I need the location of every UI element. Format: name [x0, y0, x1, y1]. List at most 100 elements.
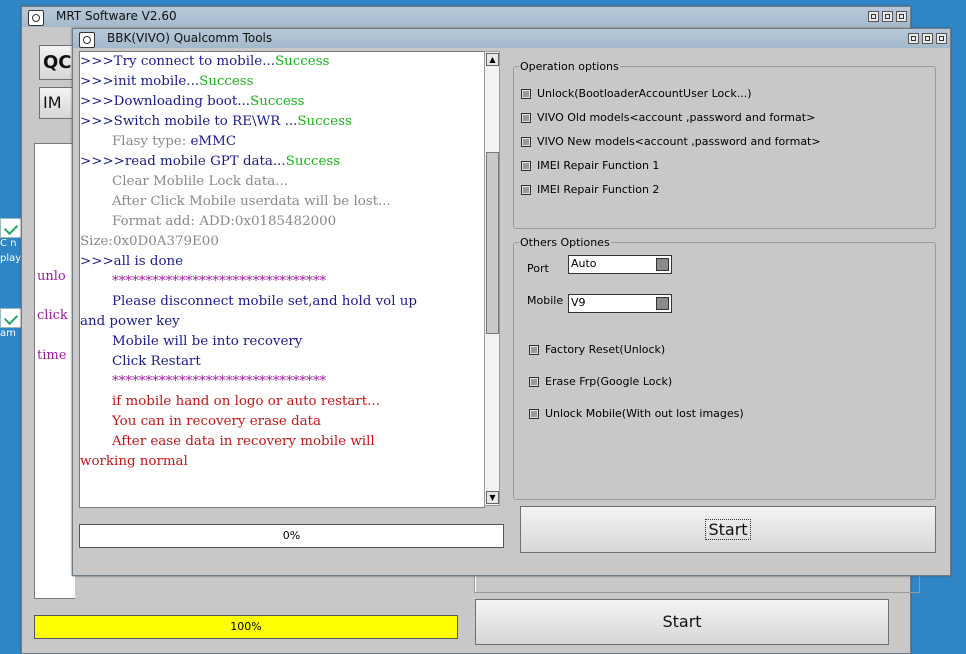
desktop-icon-label: am	[0, 328, 16, 339]
bg-log-fragment: time	[37, 348, 67, 363]
log-line: if mobile hand on logo or auto restart..…	[80, 392, 484, 412]
port-select[interactable]: Auto	[568, 255, 672, 274]
close-icon[interactable]	[896, 11, 907, 22]
minimize-icon[interactable]	[908, 33, 919, 44]
port-value: Auto	[571, 257, 597, 270]
log-line: After Click Mobile userdata will be lost…	[80, 192, 484, 212]
mobile-select[interactable]: V9	[568, 294, 672, 313]
scroll-down-icon[interactable]: ▼	[486, 491, 499, 504]
log-line: Click Restart	[80, 352, 484, 372]
log-text: ********************************	[112, 274, 327, 289]
log-line: >>>all is done	[80, 252, 484, 272]
operation-options-group: Operation options Unlock(BootloaderAccou…	[513, 60, 936, 229]
close-icon[interactable]	[936, 33, 947, 44]
window-title: MRT Software V2.60	[56, 9, 177, 23]
log-text: Size:0x0D0A379E00	[80, 234, 219, 249]
option-label: Unlock Mobile(With out lost images)	[545, 407, 744, 420]
log-text: Success	[285, 154, 341, 169]
bg-progress-text: 100%	[230, 620, 262, 633]
option-unlock-mobile[interactable]: Unlock Mobile(With out lost images)	[529, 407, 744, 420]
log-line: ********************************	[80, 272, 484, 292]
option-label: Factory Reset(Unlock)	[545, 343, 666, 356]
checkbox[interactable]	[529, 377, 539, 387]
log-text: Format add: ADD:0x0185482000	[112, 214, 337, 229]
checkbox[interactable]	[529, 345, 539, 355]
log-text: Mobile will be into recovery	[112, 334, 303, 349]
log-text: >>>all is done	[80, 254, 184, 269]
log-text: >>>>read mobile GPT data...	[80, 154, 286, 169]
log-text: >>>init mobile...	[80, 74, 200, 89]
bg-status-strip	[474, 573, 920, 593]
log-line: Flasy type: eMMC	[80, 132, 484, 152]
scroll-up-icon[interactable]: ▲	[486, 53, 499, 66]
option-label: IMEI Repair Function 2	[537, 183, 660, 196]
maximize-icon[interactable]	[922, 33, 933, 44]
bg-start-button[interactable]: Start	[475, 599, 889, 645]
log-text: After Click Mobile userdata will be lost…	[112, 194, 391, 209]
log-text: >>>Try connect to mobile...	[80, 54, 275, 69]
log-text: Success	[297, 114, 352, 129]
app-icon	[79, 32, 95, 48]
log-text: working normal	[80, 454, 188, 469]
log-scrollbar[interactable]: ▲ ▼	[484, 51, 500, 506]
scroll-thumb[interactable]	[486, 152, 499, 334]
group-title: Others Optiones	[519, 236, 611, 249]
option-imei-2[interactable]: IMEI Repair Function 2	[521, 183, 659, 196]
option-vivo-old[interactable]: VIVO Old models<account ,password and fo…	[521, 111, 815, 124]
progress-bar: 0%	[79, 524, 504, 548]
checkbox[interactable]	[521, 161, 531, 171]
start-button[interactable]: Start	[520, 506, 936, 553]
option-imei-1[interactable]: IMEI Repair Function 1	[521, 159, 659, 172]
log-text: After ease data in recovery mobile will	[112, 434, 375, 449]
log-line: >>>Switch mobile to RE\WR ...Success	[80, 112, 484, 132]
option-vivo-new[interactable]: VIVO New models<account ,password and fo…	[521, 135, 821, 148]
others-options-group: Others Optiones Port Auto Mobile V9 Fact…	[513, 236, 936, 500]
mrt-titlebar: MRT Software V2.60	[22, 7, 910, 27]
mobile-value: V9	[571, 296, 586, 309]
log-text: Success	[199, 74, 254, 89]
option-factory-reset[interactable]: Factory Reset(Unlock)	[529, 343, 665, 356]
option-label: VIVO New models<account ,password and fo…	[537, 135, 821, 148]
log-line: Format add: ADD:0x0185482000	[80, 212, 484, 232]
log-text: ********************************	[112, 374, 327, 389]
log-text: Click Restart	[112, 354, 201, 369]
port-label: Port	[527, 262, 549, 275]
maximize-icon[interactable]	[882, 11, 893, 22]
log-text: >>>Switch mobile to RE\WR ...	[80, 114, 298, 129]
option-label: VIVO Old models<account ,password and fo…	[537, 111, 816, 124]
log-text: Clear Moblile Lock data...	[112, 174, 288, 189]
checkbox[interactable]	[521, 137, 531, 147]
option-label: IMEI Repair Function 1	[537, 159, 660, 172]
bg-log-area: unlo click time	[34, 143, 75, 599]
option-erase-frp[interactable]: Erase Frp(Google Lock)	[529, 375, 672, 388]
app-icon	[28, 10, 44, 26]
bg-progress-bar: 100%	[34, 615, 458, 639]
log-text: Please disconnect mobile set,and hold vo…	[112, 294, 417, 309]
checkbox[interactable]	[521, 89, 531, 99]
log-line: >>>Downloading boot...Success	[80, 92, 484, 112]
group-title: Operation options	[519, 60, 620, 73]
option-label: Erase Frp(Google Lock)	[545, 375, 673, 388]
log-output: >>>Try connect to mobile...Success >>>ini…	[79, 51, 485, 508]
log-line: Clear Moblile Lock data...	[80, 172, 484, 192]
checkbox[interactable]	[529, 409, 539, 419]
log-text: >>>Downloading boot...	[80, 94, 251, 109]
minimize-icon[interactable]	[868, 11, 879, 22]
progress-text: 0%	[282, 529, 301, 542]
start-label: Start	[705, 519, 751, 540]
log-line: You can in recovery erase data	[80, 412, 484, 432]
log-line: and power key	[80, 312, 484, 332]
log-line: ********************************	[80, 372, 484, 392]
log-line: Mobile will be into recovery	[80, 332, 484, 352]
dropdown-icon[interactable]	[656, 258, 669, 271]
desktop-icon-label: C n	[0, 238, 17, 249]
checkbox[interactable]	[521, 185, 531, 195]
qualcomm-tools-window: BBK(VIVO) Qualcomm Tools >>>Try connect …	[72, 28, 951, 576]
log-line: >>>init mobile...Success	[80, 72, 484, 92]
log-text: You can in recovery erase data	[112, 414, 322, 429]
checkbox[interactable]	[521, 113, 531, 123]
option-label: Unlock(BootloaderAccountUser Lock...)	[537, 87, 752, 100]
option-unlock[interactable]: Unlock(BootloaderAccountUser Lock...)	[521, 87, 751, 100]
dropdown-icon[interactable]	[656, 297, 669, 310]
window-title: BBK(VIVO) Qualcomm Tools	[107, 31, 273, 45]
